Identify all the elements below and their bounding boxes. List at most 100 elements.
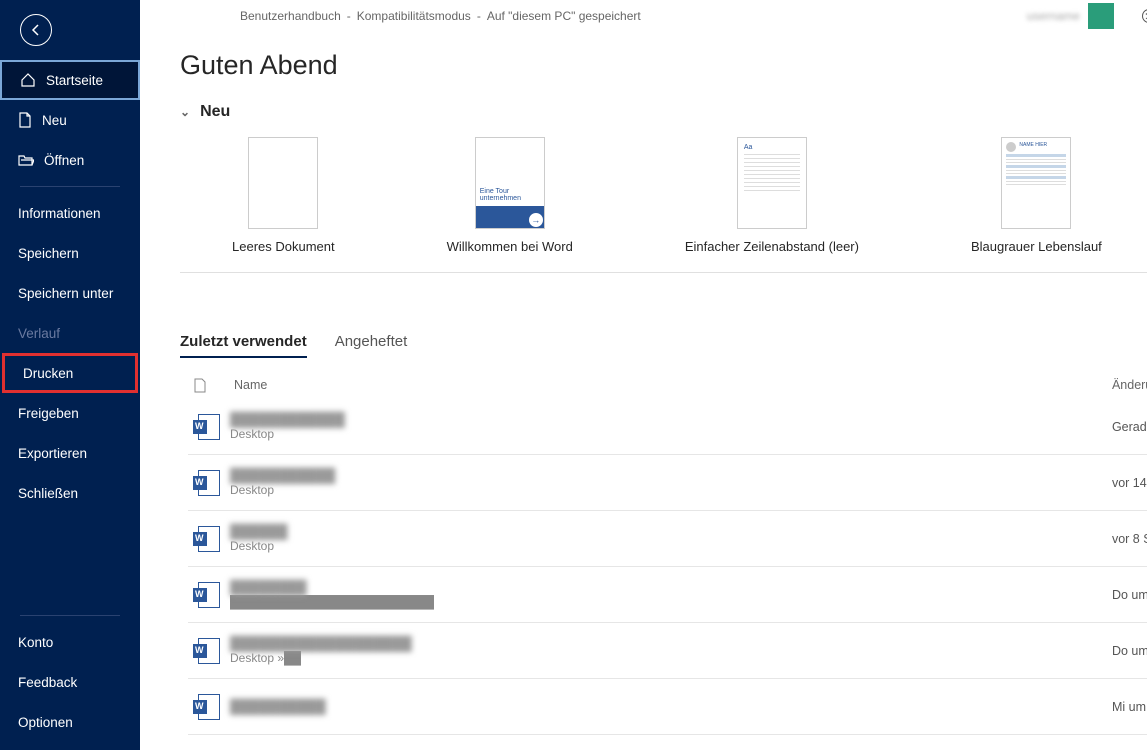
template-resume[interactable]: NAME HIER Blaugrauer Lebenslauf — [971, 137, 1102, 254]
sidebar-item-neu[interactable]: Neu — [0, 100, 140, 140]
doc-title: Benutzerhandbuch — [240, 9, 341, 23]
sidebar-label: Schließen — [18, 486, 78, 501]
sidebar-item-feedback[interactable]: Feedback — [0, 662, 140, 702]
template-thumb: Aa — [737, 137, 807, 229]
tab-pinned[interactable]: Angeheftet — [335, 333, 408, 358]
sidebar-label: Neu — [42, 113, 67, 128]
template-thumb — [248, 137, 318, 229]
sidebar-item-oeffnen[interactable]: Öffnen — [0, 140, 140, 180]
file-path: Desktop »██ — [230, 651, 1112, 665]
sidebar-item-optionen[interactable]: Optionen — [0, 702, 140, 742]
sidebar-label: Konto — [18, 635, 53, 650]
col-name[interactable]: Name — [234, 378, 1112, 393]
col-date[interactable]: Änderungsdatum — [1112, 378, 1147, 393]
sidebar-item-freigeben[interactable]: Freigeben — [0, 393, 140, 433]
tab-recent[interactable]: Zuletzt verwendet — [180, 333, 307, 358]
template-blank[interactable]: Leeres Dokument — [232, 137, 335, 254]
templates-row: Leeres Dokument Eine Tour unternehmen → … — [180, 137, 1147, 254]
template-thumb: Eine Tour unternehmen → — [475, 137, 545, 229]
sidebar-label: Verlauf — [18, 326, 60, 341]
titlebar: Benutzerhandbuch - Kompatibilitätsmodus … — [140, 0, 1147, 32]
saved-location: Auf "diesem PC" gespeichert — [487, 9, 641, 23]
file-list: ████████████DesktopGerade eben██████████… — [180, 399, 1147, 735]
sidebar-item-drucken[interactable]: Drucken — [2, 353, 138, 393]
file-name: ████████ — [230, 580, 1112, 595]
sidebar-item-verlauf: Verlauf — [0, 313, 140, 353]
file-info: ██████████ — [230, 699, 1112, 714]
sidebar-label: Informationen — [18, 206, 101, 221]
arrow-left-icon — [29, 23, 43, 37]
smile-icon — [1141, 8, 1147, 24]
template-thumb: NAME HIER — [1001, 137, 1071, 229]
file-row[interactable]: ███████████Desktopvor 14 m. — [188, 455, 1147, 511]
main-area: Benutzerhandbuch - Kompatibilitätsmodus … — [140, 0, 1147, 750]
file-info: ███████████████████Desktop »██ — [230, 636, 1112, 665]
sidebar-item-startseite[interactable]: Startseite — [0, 60, 140, 100]
sidebar-item-konto[interactable]: Konto — [0, 622, 140, 662]
file-info: ████████████████████████████████ — [230, 580, 1112, 609]
chevron-down-icon: ⌄ — [180, 105, 190, 119]
file-info: ███████████Desktop — [230, 468, 1112, 497]
user-name[interactable]: username — [1027, 9, 1080, 23]
back-button[interactable] — [20, 14, 52, 46]
title-text: Benutzerhandbuch - Kompatibilitätsmodus … — [140, 9, 1027, 23]
word-doc-icon — [198, 414, 220, 440]
template-label: Leeres Dokument — [232, 239, 335, 254]
file-date: vor 14 m. — [1112, 476, 1147, 490]
user-avatar[interactable] — [1088, 3, 1114, 29]
file-row[interactable]: ████████████DesktopGerade eben — [188, 399, 1147, 455]
word-doc-icon — [198, 582, 220, 608]
sidebar-label: Feedback — [18, 675, 77, 690]
sidebar-label: Optionen — [18, 715, 73, 730]
file-row[interactable]: ████████████████████████████████Do um 14… — [188, 567, 1147, 623]
word-doc-icon — [198, 638, 220, 664]
feedback-smile-button[interactable] — [1126, 0, 1147, 32]
sidebar-item-schliessen[interactable]: Schließen — [0, 473, 140, 513]
file-name: ████████████ — [230, 412, 1112, 427]
template-label: Willkommen bei Word — [447, 239, 573, 254]
template-label: Einfacher Zeilenabstand (leer) — [685, 239, 859, 254]
sidebar-label: Öffnen — [44, 153, 84, 168]
document-icon — [194, 378, 206, 393]
file-icon-cell — [188, 582, 230, 608]
compat-mode: Kompatibilitätsmodus — [357, 9, 471, 23]
file-path: ████████████████████████ — [230, 595, 1112, 609]
separator: - — [477, 9, 481, 23]
section-new-header[interactable]: ⌄ Neu — [180, 103, 1147, 121]
sidebar-label: Freigeben — [18, 406, 79, 421]
file-name: ███████████ — [230, 468, 1112, 483]
file-list-header: Name Änderungsdatum — [194, 372, 1147, 399]
template-welcome[interactable]: Eine Tour unternehmen → Willkommen bei W… — [447, 137, 573, 254]
file-icon-cell — [188, 694, 230, 720]
file-name: ███████████████████ — [230, 636, 1112, 651]
template-simple-spacing[interactable]: Aa Einfacher Zeilenabstand (leer) — [685, 137, 859, 254]
file-row[interactable]: ██████████Mi um 18:23 — [188, 679, 1147, 735]
section-label: Neu — [200, 103, 230, 121]
sidebar-item-informationen[interactable]: Informationen — [0, 193, 140, 233]
word-doc-icon — [198, 694, 220, 720]
sidebar-item-speichern[interactable]: Speichern — [0, 233, 140, 273]
sidebar-label: Speichern — [18, 246, 79, 261]
home-icon — [20, 72, 36, 88]
folder-open-icon — [18, 153, 34, 167]
word-doc-icon — [198, 526, 220, 552]
template-label: Blaugrauer Lebenslauf — [971, 239, 1102, 254]
thumb-text: Eine Tour unternehmen — [476, 184, 544, 206]
col-icon — [194, 378, 234, 393]
sidebar-label: Drucken — [23, 366, 73, 381]
sidebar-item-exportieren[interactable]: Exportieren — [0, 433, 140, 473]
thumb-text: Aa — [744, 144, 800, 151]
file-path: Desktop — [230, 483, 1112, 497]
more-templates-row: Weitere Vorlagen → — [180, 272, 1147, 307]
file-row[interactable]: ███████████████████Desktop »██Do um 11:4… — [188, 623, 1147, 679]
file-date: Mi um 18:23 — [1112, 700, 1147, 714]
content-area: Guten Abend ⌄ Neu Leeres Dokument Eine T… — [140, 32, 1147, 750]
file-path: Desktop — [230, 427, 1112, 441]
sidebar-label: Exportieren — [18, 446, 87, 461]
sidebar-item-speichern-unter[interactable]: Speichern unter — [0, 273, 140, 313]
file-name: ██████ — [230, 524, 1112, 539]
file-date: Gerade eben — [1112, 420, 1147, 434]
file-date: Do um 11:41 — [1112, 644, 1147, 658]
file-row[interactable]: ██████Desktopvor 8 Std. — [188, 511, 1147, 567]
file-icon-cell — [188, 638, 230, 664]
